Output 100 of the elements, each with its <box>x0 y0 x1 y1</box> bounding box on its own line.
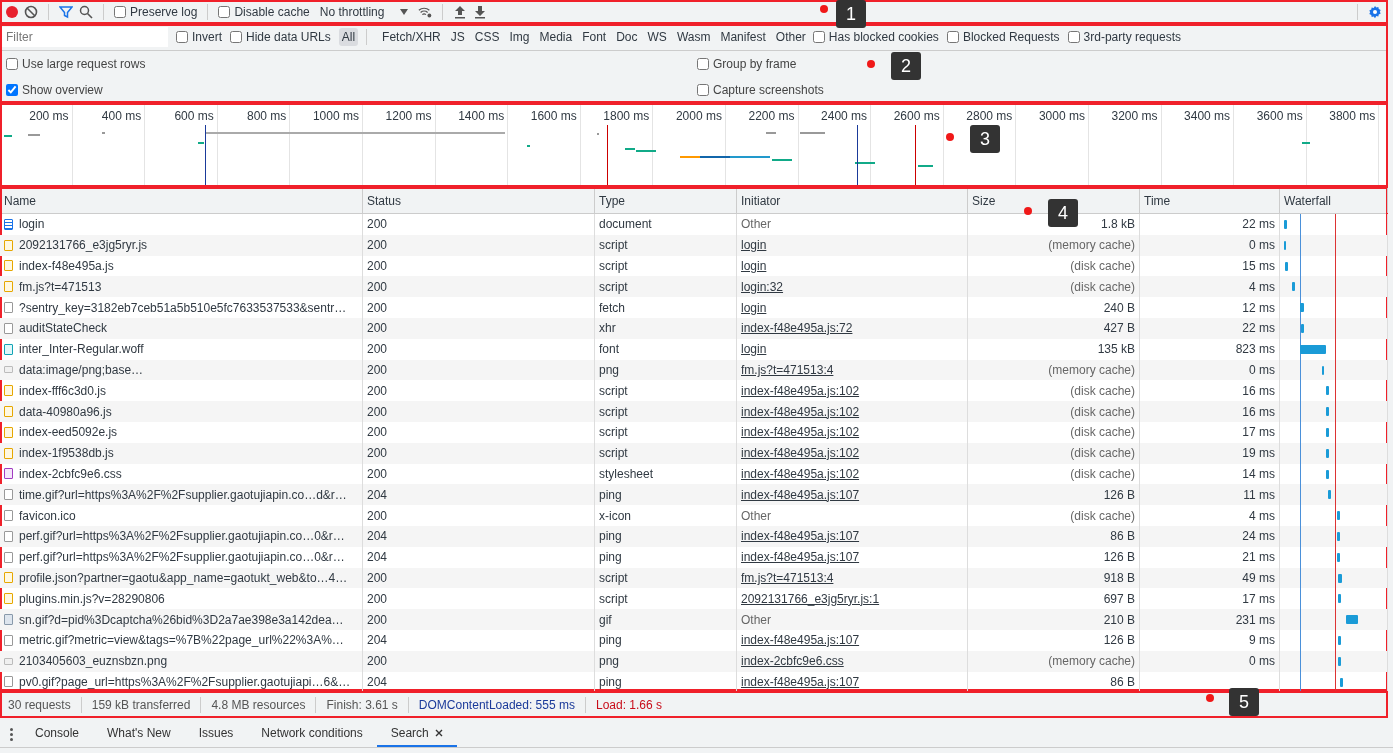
type-cell: document <box>599 217 652 232</box>
settings-icon[interactable] <box>1368 4 1382 19</box>
drawer-tab[interactable]: Search <box>376 721 457 747</box>
request-name[interactable]: profile.json?partner=gaotu&app_name=gaotukt_web&to…4… <box>19 570 348 585</box>
initiator-link[interactable]: index-f48e495a.js:102 <box>741 466 860 481</box>
initiator-link[interactable]: index-2cbfc9e6.css <box>741 654 844 669</box>
type-filter-button[interactable]: Fetch/XHR <box>379 28 444 46</box>
column-header[interactable]: Initiator <box>737 188 968 213</box>
column-header[interactable]: Status <box>363 188 595 213</box>
type-filter-button[interactable]: Other <box>772 28 809 46</box>
initiator-link[interactable]: index-f48e495a.js:107 <box>741 633 860 648</box>
preserve-log-checkbox[interactable] <box>114 5 126 18</box>
request-name[interactable]: fm.js?t=471513 <box>19 279 102 294</box>
filter-checkbox[interactable] <box>1067 31 1080 43</box>
request-name[interactable]: data:image/png;base… <box>19 362 144 377</box>
timeline-tick-label: 1600 ms <box>530 109 577 123</box>
column-header[interactable]: Name <box>0 188 363 213</box>
initiator-link[interactable]: index-f48e495a.js:107 <box>741 674 860 689</box>
type-filter-button[interactable]: WS <box>644 28 670 46</box>
upload-icon[interactable] <box>453 4 468 19</box>
option-checkbox[interactable] <box>6 84 18 96</box>
record-icon[interactable] <box>6 5 18 18</box>
filter-checkbox[interactable] <box>946 31 959 43</box>
status-text: 30 requests <box>8 697 71 712</box>
option-checkbox[interactable] <box>697 58 709 70</box>
request-name[interactable]: index-1f9538db.js <box>19 446 114 461</box>
request-name[interactable]: index-f48e495a.js <box>19 259 114 273</box>
type-filter-button[interactable]: Media <box>536 28 576 46</box>
disable-cache-checkbox[interactable] <box>218 5 231 18</box>
initiator-link[interactable]: index-f48e495a.js:102 <box>741 404 860 419</box>
throttling-dropdown[interactable]: No throttling <box>315 4 413 19</box>
request-name[interactable]: sn.gif?d=pid%3Dcaptcha%26bid%3D2a7ae398e3a142dea… <box>19 612 344 627</box>
drawer-tab[interactable]: Issues <box>184 721 248 747</box>
initiator-link[interactable]: login <box>741 300 767 315</box>
timeline-tick-label: 800 ms <box>247 109 287 123</box>
initiator-link[interactable]: login:32 <box>741 279 784 294</box>
request-name[interactable]: favicon.ico <box>19 508 76 523</box>
request-name[interactable]: metric.gif?metric=view&tags=%7B%22page_url%22%3A%… <box>19 633 344 648</box>
initiator-link[interactable]: login <box>741 259 767 273</box>
request-name[interactable]: time.gif?url=https%3A%2F%2Fsupplier.gaotujiapin.co…d&r… <box>19 487 347 502</box>
type-filter-button[interactable]: CSS <box>471 28 503 46</box>
option-checkbox[interactable] <box>6 58 18 70</box>
request-name[interactable]: index-fff6c3d0.js <box>19 383 106 398</box>
caret-icon <box>400 8 409 15</box>
waterfall-bar <box>1338 573 1342 583</box>
type-filter-button[interactable]: Img <box>506 28 533 46</box>
download-icon[interactable] <box>473 4 488 19</box>
drawer-tab[interactable]: Network conditions <box>247 721 377 747</box>
initiator-link[interactable]: 2092131766_e3jg5ryr.js:1 <box>741 591 880 606</box>
type-filter-button[interactable]: Doc <box>613 28 641 46</box>
column-header[interactable]: Type <box>595 188 737 213</box>
initiator-link[interactable]: login <box>741 238 767 253</box>
drawer-tab[interactable]: What's New <box>93 721 185 747</box>
type-filter-button[interactable]: Wasm <box>673 28 714 46</box>
status-cell: 200 <box>367 446 388 461</box>
request-name[interactable]: index-2cbfc9e6.css <box>19 466 122 481</box>
type-filter-button[interactable]: Manifest <box>717 28 769 46</box>
filter-checkbox[interactable] <box>176 31 188 43</box>
filter-checkbox-label: Has blocked cookies <box>828 30 939 44</box>
initiator-link[interactable]: fm.js?t=471513:4 <box>741 362 834 377</box>
initiator-link[interactable]: index-f48e495a.js:107 <box>741 487 860 502</box>
initiator-link[interactable]: index-f48e495a.js:102 <box>741 383 860 398</box>
initiator-link[interactable]: index-f48e495a.js:102 <box>741 425 860 440</box>
type-filter-button[interactable]: All <box>338 28 359 46</box>
request-name[interactable]: login <box>19 217 45 232</box>
initiator-link[interactable]: index-f48e495a.js:102 <box>741 446 860 461</box>
column-header[interactable]: Waterfall <box>1280 188 1388 213</box>
request-name[interactable]: perf.gif?url=https%3A%2F%2Fsupplier.gaotujiapin.co…0&r… <box>19 550 345 565</box>
search-icon[interactable] <box>79 4 93 19</box>
filter-icon[interactable] <box>59 4 73 19</box>
drawer-tab[interactable]: Console <box>21 721 94 747</box>
close-icon[interactable] <box>434 729 443 737</box>
filter-field[interactable]: Filter <box>2 27 168 47</box>
initiator-link[interactable]: fm.js?t=471513:4 <box>741 570 834 585</box>
type-cell: script <box>599 404 628 419</box>
size-cell: (disk cache) <box>1070 279 1135 294</box>
request-name[interactable]: data-40980a96.js <box>19 404 112 419</box>
type-filter-button[interactable]: JS <box>447 28 468 46</box>
column-header[interactable]: Time <box>1140 188 1280 213</box>
request-name[interactable]: inter_Inter-Regular.woff <box>19 342 144 357</box>
request-name[interactable]: index-eed5092e.js <box>19 425 118 440</box>
status-cell: 200 <box>367 654 388 669</box>
request-name[interactable]: pv0.gif?page_url=https%3A%2F%2Fsupplier.gaotujiapi…6&… <box>19 674 351 689</box>
initiator-link[interactable]: index-f48e495a.js:107 <box>741 550 860 565</box>
request-name[interactable]: perf.gif?url=https%3A%2F%2Fsupplier.gaotujiapin.co…0&r… <box>19 529 345 544</box>
request-name[interactable]: auditStateCheck <box>19 321 108 336</box>
clear-icon[interactable] <box>24 4 38 19</box>
filter-checkbox[interactable] <box>812 31 825 43</box>
filter-checkbox[interactable] <box>230 31 242 43</box>
type-filter-button[interactable]: Font <box>579 28 610 46</box>
status-cell: 200 <box>367 425 388 440</box>
request-name[interactable]: 2092131766_e3jg5ryr.js <box>19 238 148 253</box>
initiator-link[interactable]: index-f48e495a.js:72 <box>741 321 853 336</box>
option-checkbox[interactable] <box>697 84 709 96</box>
request-name[interactable]: 2103405603_euznsbzn.png <box>19 654 168 669</box>
initiator-link[interactable]: login <box>741 342 767 357</box>
request-name[interactable]: plugins.min.js?v=28290806 <box>19 591 165 606</box>
request-name[interactable]: ?sentry_key=3182eb7ceb51a5b510e5fc7633537533&sentr… <box>19 300 347 315</box>
initiator-link[interactable]: index-f48e495a.js:107 <box>741 529 860 544</box>
annotation-callout: 5 <box>1229 688 1259 716</box>
